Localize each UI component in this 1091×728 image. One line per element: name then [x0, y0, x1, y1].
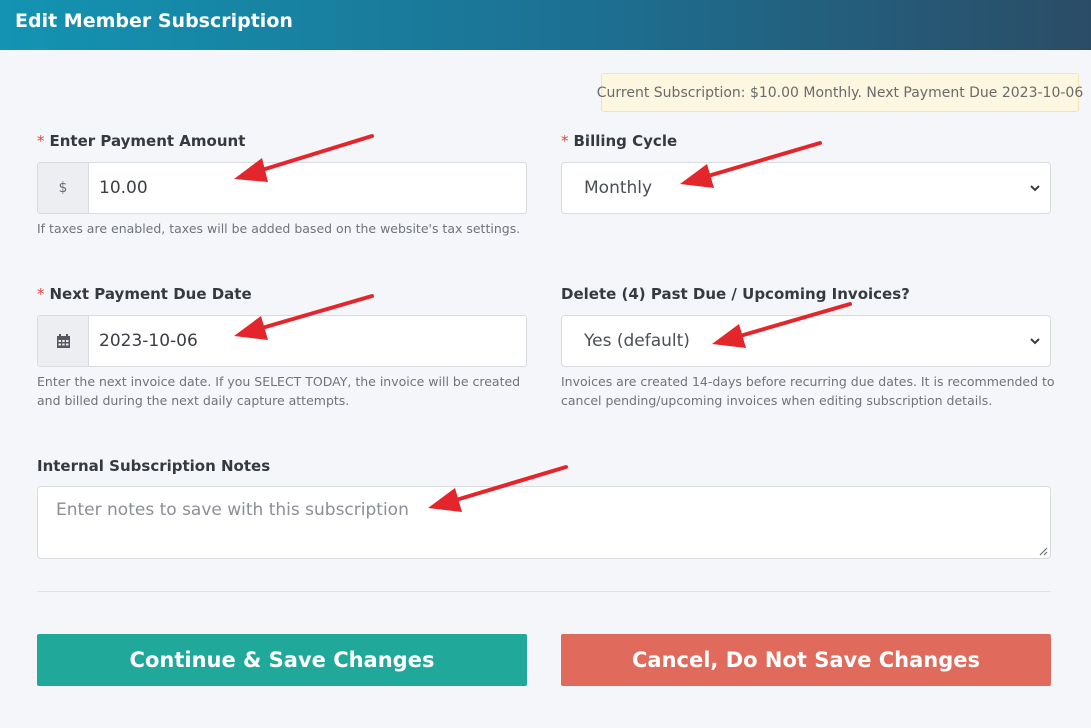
- next-due-date-help-line1: Enter the next invoice date. If you SELE…: [37, 374, 521, 389]
- payment-amount-label-text: Enter Payment Amount: [49, 132, 246, 150]
- notes-label: Internal Subscription Notes: [37, 457, 271, 475]
- next-due-date-field[interactable]: 2023-10-06: [37, 315, 527, 367]
- billing-cycle-selected: Monthly: [584, 178, 653, 198]
- delete-invoices-help-line2: cancel pending/upcoming invoices when ed…: [561, 393, 993, 408]
- chevron-down-icon: [1030, 338, 1040, 345]
- required-mark: *: [37, 285, 45, 303]
- billing-cycle-label: * Billing Cycle: [561, 132, 677, 150]
- delete-invoices-help: Invoices are created 14-days before recu…: [561, 372, 1055, 410]
- page-header: Edit Member Subscription: [0, 0, 1091, 50]
- page-title: Edit Member Subscription: [15, 10, 293, 32]
- currency-addon: $: [38, 163, 89, 213]
- cancel-button[interactable]: Cancel, Do Not Save Changes: [561, 634, 1051, 686]
- delete-invoices-select[interactable]: Yes (default): [561, 315, 1051, 367]
- delete-invoices-help-line1: Invoices are created 14-days before recu…: [561, 374, 1055, 389]
- next-due-date-label: * Next Payment Due Date: [37, 285, 252, 303]
- notes-placeholder: Enter notes to save with this subscripti…: [56, 500, 409, 520]
- payment-amount-input[interactable]: 10.00: [89, 163, 526, 213]
- calendar-addon[interactable]: [38, 316, 89, 366]
- required-mark: *: [561, 132, 569, 150]
- next-due-date-input[interactable]: 2023-10-06: [89, 316, 526, 366]
- payment-amount-field[interactable]: $ 10.00: [37, 162, 527, 214]
- calendar-icon: [56, 333, 70, 348]
- notes-textarea[interactable]: Enter notes to save with this subscripti…: [37, 486, 1051, 559]
- current-subscription-text: Current Subscription: $10.00 Monthly. Ne…: [596, 84, 1084, 101]
- delete-invoices-label: Delete (4) Past Due / Upcoming Invoices?: [561, 285, 910, 303]
- billing-cycle-select[interactable]: Monthly: [561, 162, 1051, 214]
- next-due-date-help: Enter the next invoice date. If you SELE…: [37, 372, 520, 410]
- next-due-date-help-line2: and billed during the next daily capture…: [37, 393, 350, 408]
- dollar-sign: $: [58, 180, 68, 196]
- next-due-date-label-text: Next Payment Due Date: [49, 285, 252, 303]
- resize-grip-icon[interactable]: [1038, 546, 1048, 556]
- delete-invoices-selected: Yes (default): [584, 331, 690, 351]
- billing-cycle-label-text: Billing Cycle: [573, 132, 678, 150]
- payment-amount-help: If taxes are enabled, taxes will be adde…: [37, 221, 521, 236]
- chevron-down-icon: [1030, 185, 1040, 192]
- continue-save-button[interactable]: Continue & Save Changes: [37, 634, 527, 686]
- form-divider: [37, 591, 1051, 592]
- current-subscription-notice: Current Subscription: $10.00 Monthly. Ne…: [597, 73, 1083, 112]
- payment-amount-label: * Enter Payment Amount: [37, 132, 245, 150]
- required-mark: *: [37, 132, 45, 150]
